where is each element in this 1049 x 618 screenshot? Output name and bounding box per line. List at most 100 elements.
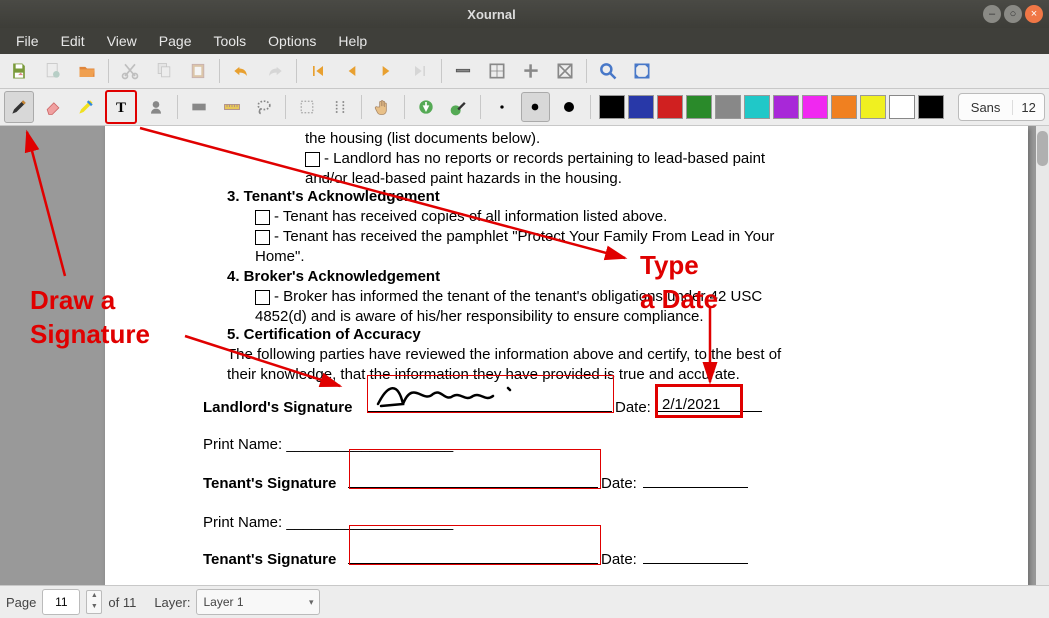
color-swatch-10[interactable] <box>889 95 915 119</box>
zoom-in-button[interactable] <box>516 57 546 85</box>
color-swatch-5[interactable] <box>744 95 770 119</box>
eraser-tool[interactable] <box>40 93 66 121</box>
shape-tool[interactable] <box>186 93 212 121</box>
default-pen-tool[interactable] <box>446 93 472 121</box>
thick-stroke[interactable] <box>556 93 582 121</box>
color-swatch-7[interactable] <box>802 95 828 119</box>
fullscreen-button[interactable] <box>627 57 657 85</box>
date-label: Date: <box>615 399 651 416</box>
hand-tool[interactable] <box>370 93 396 121</box>
zoom-width-button[interactable] <box>550 57 580 85</box>
doc-heading: 5. Certification of Accuracy <box>227 326 421 343</box>
select-rect-tool[interactable] <box>294 93 320 121</box>
statusbar: Page ▲▼ of 11 Layer: Layer 1▾ <box>0 585 1049 618</box>
thin-stroke[interactable] <box>489 93 515 121</box>
ruler-tool[interactable] <box>219 93 245 121</box>
window-title: Xournal <box>0 7 983 22</box>
page-label: Page <box>6 595 36 610</box>
document-area: the housing (list documents below). - La… <box>0 126 1049 585</box>
color-swatch-2[interactable] <box>657 95 683 119</box>
landlord-sig-label: Landlord's Signature <box>203 399 352 416</box>
page-total: of 11 <box>108 595 136 610</box>
font-name: Sans <box>959 100 1013 115</box>
save-button[interactable] <box>4 57 34 85</box>
paste-button[interactable] <box>183 57 213 85</box>
color-swatch-8[interactable] <box>831 95 857 119</box>
menu-help[interactable]: Help <box>328 30 377 52</box>
menu-view[interactable]: View <box>97 30 147 52</box>
typed-date: 2/1/2021 <box>662 396 720 413</box>
layer-label: Layer: <box>154 595 190 610</box>
tenant-sig-label: Tenant's Signature <box>203 475 336 492</box>
next-page-button[interactable] <box>371 57 401 85</box>
annot-sig-box <box>349 525 601 565</box>
close-button[interactable]: × <box>1025 5 1043 23</box>
image-tool[interactable] <box>143 93 169 121</box>
page-spinner[interactable]: ▲▼ <box>86 590 102 614</box>
open-button[interactable] <box>72 57 102 85</box>
new-button[interactable] <box>38 57 68 85</box>
doc-line: The following parties have reviewed the … <box>227 346 781 363</box>
color-swatch-11[interactable] <box>918 95 944 119</box>
redo-button[interactable] <box>260 57 290 85</box>
copy-button[interactable] <box>149 57 179 85</box>
maximize-button[interactable]: ○ <box>1004 5 1022 23</box>
minimize-button[interactable]: – <box>983 5 1001 23</box>
vertical-space-tool[interactable] <box>327 93 353 121</box>
doc-line: Home". <box>255 248 305 265</box>
prev-page-button[interactable] <box>337 57 367 85</box>
layer-select[interactable]: Layer 1▾ <box>196 589 320 615</box>
cut-button[interactable] <box>115 57 145 85</box>
first-page-button[interactable] <box>303 57 333 85</box>
zoom-fit-button[interactable] <box>482 57 512 85</box>
annot-sig-box <box>349 449 601 489</box>
color-swatch-3[interactable] <box>686 95 712 119</box>
scrollbar[interactable] <box>1036 126 1049 585</box>
doc-line: the housing (list documents below). <box>305 130 540 147</box>
zoom-out-button[interactable] <box>448 57 478 85</box>
color-swatch-9[interactable] <box>860 95 886 119</box>
pen-tool[interactable] <box>4 91 34 123</box>
menu-options[interactable]: Options <box>258 30 326 52</box>
menu-page[interactable]: Page <box>149 30 202 52</box>
doc-line: - Landlord has no reports or records per… <box>305 150 765 167</box>
menubar: File Edit View Page Tools Options Help <box>0 28 1049 54</box>
color-swatch-6[interactable] <box>773 95 799 119</box>
doc-line: 4852(d) and is aware of his/her responsi… <box>255 308 704 325</box>
svg-text:T: T <box>116 100 126 116</box>
doc-line: - Broker has informed the tenant of the … <box>255 288 762 305</box>
color-swatch-1[interactable] <box>628 95 654 119</box>
date-line <box>643 563 748 564</box>
tenant-sig-label: Tenant's Signature <box>203 551 336 568</box>
signature-drawing <box>373 374 533 412</box>
scrollbar-thumb[interactable] <box>1037 131 1048 166</box>
default-tool[interactable] <box>413 93 439 121</box>
doc-line: and/or lead-based paint hazards in the h… <box>305 170 622 187</box>
toolbar-main <box>0 54 1049 89</box>
color-swatch-0[interactable] <box>599 95 625 119</box>
color-swatch-4[interactable] <box>715 95 741 119</box>
date-label: Date: <box>601 551 637 568</box>
doc-line: - Tenant has received copies of all info… <box>255 208 667 225</box>
color-palette <box>599 95 944 119</box>
menu-edit[interactable]: Edit <box>51 30 95 52</box>
highlighter-tool[interactable] <box>73 93 99 121</box>
titlebar: Xournal – ○ × <box>0 0 1049 28</box>
date-line <box>643 487 748 488</box>
toolbar-tools: T Sans 12 <box>0 89 1049 126</box>
page-number-input[interactable] <box>42 589 80 615</box>
font-size: 12 <box>1012 100 1043 115</box>
lasso-tool[interactable] <box>251 93 277 121</box>
page[interactable]: the housing (list documents below). - La… <box>105 126 1028 585</box>
zoom-button[interactable] <box>593 57 623 85</box>
medium-stroke[interactable] <box>521 92 549 122</box>
undo-button[interactable] <box>226 57 256 85</box>
last-page-button[interactable] <box>405 57 435 85</box>
menu-tools[interactable]: Tools <box>203 30 256 52</box>
menu-file[interactable]: File <box>6 30 49 52</box>
font-selector[interactable]: Sans 12 <box>958 93 1045 121</box>
doc-line: - Tenant has received the pamphlet "Prot… <box>255 228 774 245</box>
text-tool[interactable]: T <box>105 90 137 124</box>
date-label: Date: <box>601 475 637 492</box>
doc-heading: 4. Broker's Acknowledgement <box>227 268 440 285</box>
